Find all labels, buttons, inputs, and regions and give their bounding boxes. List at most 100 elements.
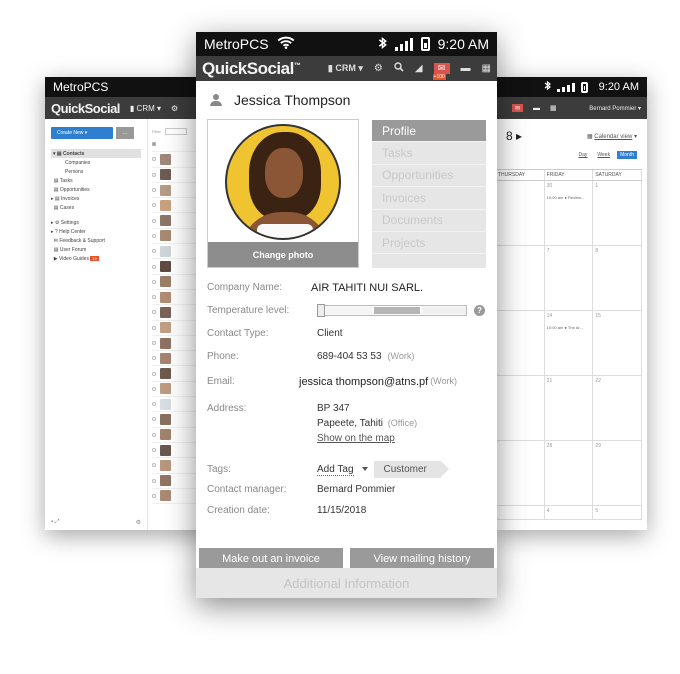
calendar-day[interactable]: 15 [593, 311, 643, 375]
row-checkbox[interactable] [152, 371, 156, 376]
sidebar-item-contacts[interactable]: ▾ ▤ Contacts [51, 149, 141, 158]
tab-opportunities[interactable]: Opportunities [372, 165, 486, 188]
row-checkbox[interactable] [152, 417, 156, 422]
sidebar-item-persons[interactable]: Persons [51, 167, 141, 176]
view-mailing-history-button[interactable]: View mailing history [350, 548, 494, 569]
chat-icon[interactable]: ▬ [461, 63, 471, 74]
calendar-day[interactable]: 5 [593, 506, 643, 519]
sidebar-item-tasks[interactable]: ▤ Tasks [51, 176, 141, 185]
sidebar-item-help-center[interactable]: ▸ ? Help Center [51, 227, 141, 236]
sidebar-item-opportunities[interactable]: ▤ Opportunities [51, 185, 141, 194]
row-checkbox[interactable] [152, 279, 156, 284]
crm-menu[interactable]: ▮ CRM ▾ [328, 63, 363, 74]
sidebar-item-video-guides[interactable]: ▶ Video Guides 10 [51, 254, 141, 263]
calendar-icon[interactable]: ▦ [482, 63, 491, 74]
calendar-icon[interactable]: ▦ [550, 104, 557, 112]
calendar-day[interactable] [496, 311, 545, 375]
more-button[interactable]: ... [116, 127, 134, 139]
calendar-week: 28 29 [496, 441, 643, 506]
calendar-day[interactable]: 7 [545, 246, 594, 310]
calendar-day[interactable]: 8 [593, 246, 643, 310]
row-checkbox[interactable] [152, 233, 156, 238]
sidebar-item-label: Video Guides [59, 255, 89, 262]
tab-tasks[interactable]: Tasks [372, 142, 486, 165]
sidebar-item-companies[interactable]: Companies [51, 158, 141, 167]
row-checkbox[interactable] [152, 386, 156, 391]
sidebar-item-settings[interactable]: ▸ ⚙ Settings [51, 218, 141, 227]
view-month[interactable]: Month [617, 151, 637, 159]
user-menu[interactable]: Bernard Pommier ▾ [589, 105, 641, 112]
row-checkbox[interactable] [152, 188, 156, 193]
row-checkbox[interactable] [152, 264, 156, 269]
speed-icon[interactable]: ◢ [415, 63, 423, 74]
sidebar-item-feedback[interactable]: ✉ Feedback & Support [51, 236, 141, 245]
temperature-slider[interactable] [317, 303, 467, 317]
row-checkbox[interactable] [152, 157, 156, 162]
calendar-day[interactable] [496, 441, 545, 505]
row-checkbox[interactable] [152, 203, 156, 208]
gear-icon[interactable]: ⚙ [136, 519, 141, 526]
gear-icon[interactable]: ⚙ [171, 104, 178, 113]
row-checkbox[interactable] [152, 463, 156, 468]
email-value[interactable]: jessica thompson@atns.pf [299, 376, 428, 388]
row-checkbox[interactable] [152, 295, 156, 300]
row-checkbox[interactable] [152, 432, 156, 437]
next-month-arrow[interactable]: 8 ▸ [506, 129, 522, 143]
row-checkbox[interactable] [152, 448, 156, 453]
additional-information-section[interactable]: Additional Information [196, 568, 497, 598]
calendar-day[interactable]: 21 [545, 376, 594, 440]
sidebar-item-user-forum[interactable]: ▤ User Forum [51, 245, 141, 254]
chat-icon[interactable]: ▪ ⤢ [51, 519, 60, 526]
row-checkbox[interactable] [152, 478, 156, 483]
row-checkbox[interactable] [152, 325, 156, 330]
calendar-day[interactable]: 4 [545, 506, 594, 519]
tab-projects[interactable]: Projects [372, 232, 486, 255]
calendar-day[interactable]: 22 [593, 376, 643, 440]
search-icon[interactable] [394, 62, 404, 75]
calendar-event[interactable]: 10:00 am ● The Ar... [547, 325, 591, 330]
calendar-event[interactable]: 10:00 am ● Review... [547, 195, 591, 200]
change-photo-button[interactable]: Change photo [208, 242, 358, 267]
mail-icon[interactable]: ✉ [512, 104, 523, 112]
help-icon[interactable]: ? [474, 304, 485, 316]
row-checkbox[interactable] [152, 356, 156, 361]
tab-documents[interactable]: Documents [372, 210, 486, 232]
tab-invoices[interactable]: Invoices [372, 187, 486, 210]
calendar-day[interactable]: 28 [545, 441, 594, 505]
row-checkbox[interactable] [152, 249, 156, 254]
row-checkbox[interactable] [152, 218, 156, 223]
view-day[interactable]: Day [575, 151, 590, 159]
make-invoice-button[interactable]: Make out an invoice [199, 548, 343, 569]
calendar-day[interactable]: 29 [593, 441, 643, 505]
row-checkbox[interactable] [152, 172, 156, 177]
row-checkbox[interactable] [152, 402, 156, 407]
mail-icon[interactable]: ✉ +100 [432, 63, 450, 80]
view-week[interactable]: Week [594, 151, 613, 159]
row-checkbox[interactable] [152, 310, 156, 315]
tab-profile[interactable]: Profile [372, 120, 486, 143]
calendar-day[interactable] [496, 376, 545, 440]
row-checkbox[interactable] [152, 493, 156, 498]
create-new-button[interactable]: Create New ▾ [51, 127, 113, 139]
calendar-day[interactable] [496, 506, 545, 519]
chat-icon[interactable]: ▬ [533, 105, 540, 112]
calendar-view-dropdown[interactable]: ▦ Calendar view ▾ [587, 133, 637, 140]
calendar-day[interactable]: 30 10:00 am ● Review... [545, 181, 594, 245]
crm-menu[interactable]: ▮ CRM ▾ [130, 104, 161, 113]
tag-customer[interactable]: Customer [373, 461, 450, 478]
calendar-day[interactable] [496, 181, 545, 245]
calendar-day[interactable] [496, 246, 545, 310]
chevron-down-icon[interactable] [361, 467, 368, 471]
filter-toggle[interactable] [164, 127, 187, 135]
row-checkbox[interactable] [152, 341, 156, 345]
select-all-checkbox[interactable] [152, 142, 156, 147]
slider-handle[interactable] [317, 303, 325, 317]
sidebar-item-cases[interactable]: ▤ Cases [51, 203, 141, 212]
add-tag-dropdown[interactable]: Add Tag [317, 464, 354, 476]
calendar-day[interactable]: 14 10:00 am ● The Ar... [545, 311, 594, 375]
show-on-map-link[interactable]: Show on the map [317, 431, 417, 446]
calendar-day[interactable]: 1 [593, 181, 643, 245]
sidebar-item-invoices[interactable]: ▸ ▤ Invoices [51, 194, 141, 203]
gear-icon[interactable]: ⚙ [374, 63, 383, 74]
phone-value[interactable]: 689-404 53 53 [317, 351, 382, 362]
